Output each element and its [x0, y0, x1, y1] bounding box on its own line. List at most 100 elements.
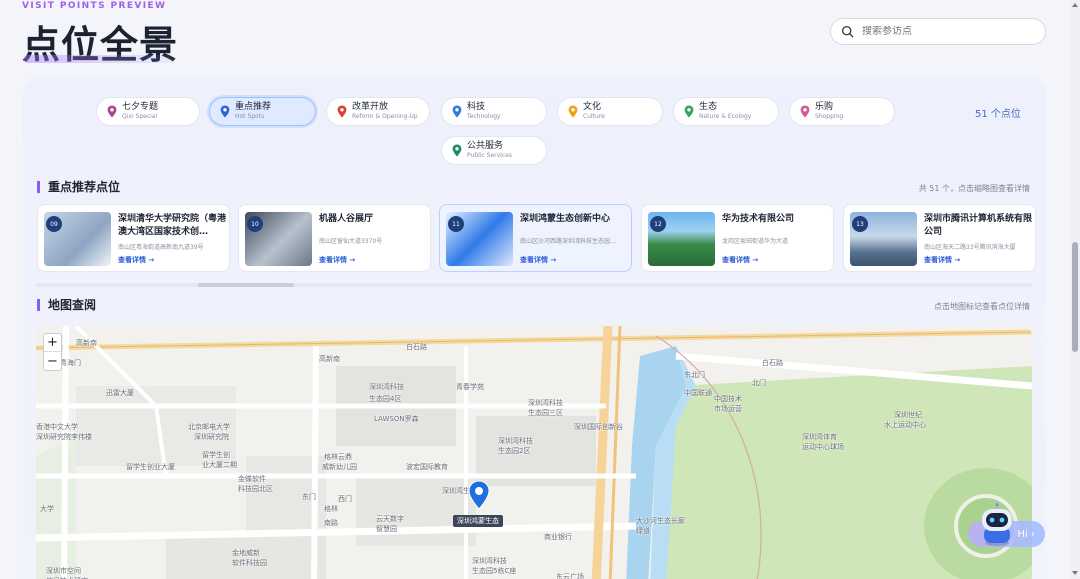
- map-place-label: 深圳湾科技: [498, 437, 533, 445]
- recommended-card[interactable]: 10 机器人谷展厅 南山区留仙大道3370号 查看详情 →: [238, 204, 431, 272]
- category-sublabel: Culture: [583, 113, 605, 121]
- map-place-label: 水上运动中心: [884, 421, 926, 429]
- recommended-card[interactable]: 11 深圳鸿蒙生态创新中心 南山区沙河西路深圳湾科技生态园… 查看详情 →: [439, 204, 632, 272]
- category-sublabel: Public Services: [467, 152, 512, 160]
- point-count: 51 个点位: [975, 109, 1021, 120]
- cards-scroll-track[interactable]: [36, 283, 1032, 287]
- map-place-label: 留学生创业大厦: [126, 463, 175, 471]
- search-icon: [841, 25, 854, 38]
- map-place-label: 留学生创: [202, 451, 230, 459]
- location-pin-icon: [107, 105, 117, 118]
- page-eyebrow: VISIT POINTS PREVIEW: [22, 1, 167, 11]
- map-place-label: 西门: [338, 495, 352, 503]
- map-place-label: 深圳湾科技: [528, 399, 563, 407]
- zoom-out-button[interactable]: −: [44, 352, 61, 370]
- scroll-down-arrow-icon[interactable]: [1072, 571, 1078, 575]
- search-box[interactable]: [830, 18, 1046, 45]
- recommended-card[interactable]: 12 华为技术有限公司 龙岗区坂田街道华为大道 查看详情 →: [641, 204, 834, 272]
- zoom-in-button[interactable]: +: [44, 334, 61, 352]
- map-place-label: LAWSON罗森: [374, 415, 419, 423]
- map-place-label: 迅雷大厦: [106, 389, 134, 397]
- category-chip[interactable]: 公共服务 Public Services: [441, 136, 547, 165]
- card-title: 深圳清华大学研究院（粤港澳大湾区国家技术创…: [118, 214, 226, 237]
- map-pin-label: 深圳鸿蒙生态: [453, 515, 503, 527]
- category-sublabel: Qixi Special: [122, 113, 158, 121]
- card-number-badge: 09: [46, 216, 62, 232]
- map-place-label: 生态园5栋C座: [472, 567, 517, 575]
- card-address: 龙岗区坂田街道华为大道: [722, 238, 789, 245]
- recommended-card[interactable]: 13 深圳市腾讯计算机系统有限公司南山区海天二路33号腾讯滨海大厦 查看详情 →: [843, 204, 1036, 272]
- card-address: 南山区留仙大道3370号: [319, 238, 383, 245]
- map-place-label: 北京邮电大学: [188, 423, 230, 431]
- title-underline: [24, 55, 174, 63]
- scroll-up-arrow-icon[interactable]: [1072, 3, 1078, 7]
- map-place-label: 市场运营: [714, 405, 742, 413]
- map-place-label: 格林云鼎: [324, 453, 352, 461]
- category-sublabel: Shopping: [815, 113, 844, 121]
- category-sublabel: Technology: [467, 113, 501, 121]
- map-place-label: 高新南: [319, 355, 340, 363]
- map-place-label: 南路: [324, 519, 338, 527]
- category-label: 重点推荐: [235, 101, 272, 112]
- card-details-link[interactable]: 查看详情 →: [118, 255, 154, 265]
- recommended-card[interactable]: 09 深圳清华大学研究院（粤港澳大湾区国家技术创… 南山区粤海街道高新南九道39号查…: [37, 204, 230, 272]
- card-number-badge: 11: [448, 216, 464, 232]
- map-place-label: 大学: [40, 505, 54, 513]
- category-label: 科技: [467, 101, 486, 112]
- page-scrollbar[interactable]: [1070, 0, 1080, 579]
- card-title: 深圳市腾讯计算机系统有限公司: [924, 214, 1032, 237]
- map-place-label: 中国联通: [684, 389, 712, 397]
- map-place-label: 北门: [752, 379, 766, 387]
- map-canvas: [36, 326, 1032, 579]
- category-chip[interactable]: 生态 Nature & Ecology: [673, 97, 779, 126]
- card-title: 华为技术有限公司: [722, 214, 795, 224]
- map-place-label: 生态园2区: [498, 447, 531, 455]
- robot-assistant-icon[interactable]: [978, 503, 1016, 547]
- card-details-link[interactable]: 查看详情 →: [319, 255, 355, 265]
- category-chip[interactable]: 七夕专题 Qixi Special: [96, 97, 200, 126]
- map-pin-icon[interactable]: [468, 480, 490, 510]
- category-chip[interactable]: 文化 Culture: [557, 97, 663, 126]
- map-place-label: 深圳世纪: [894, 411, 922, 419]
- map-place-label: 深圳研究院李伟楼: [36, 433, 92, 441]
- map-place-label: 运动中心球场: [802, 443, 844, 451]
- card-details-link[interactable]: 查看详情 →: [722, 255, 758, 265]
- category-chip[interactable]: 科技 Technology: [441, 97, 547, 126]
- card-number-badge: 10: [247, 216, 263, 232]
- category-label: 公共服务: [467, 140, 504, 151]
- map-place-label: 香港中文大学: [36, 423, 78, 431]
- card-title: 深圳鸿蒙生态创新中心: [520, 214, 611, 224]
- category-chip[interactable]: 重点推荐 Hot Spots: [209, 97, 316, 126]
- card-number-badge: 12: [650, 216, 666, 232]
- map-place-label: 深圳湾科技: [472, 557, 507, 565]
- map-hint: 点击地图标记查看点位详情: [934, 302, 1030, 311]
- map-place-label: 智慧园: [376, 525, 397, 533]
- card-details-link[interactable]: 查看详情 →: [924, 255, 960, 265]
- map-place-label: 白石路: [762, 359, 783, 367]
- map-place-label: 软件科技园: [232, 559, 267, 567]
- category-chip[interactable]: 改革开放 Reform & Opening-Up: [326, 97, 430, 126]
- map-view[interactable]: [36, 326, 1032, 579]
- map-place-label: 大沙河生态长廊: [636, 517, 685, 525]
- category-chip[interactable]: 乐购 Shopping: [789, 97, 895, 126]
- page-scroll-thumb[interactable]: [1072, 242, 1078, 352]
- category-sublabel: Nature & Ecology: [699, 113, 752, 121]
- map-place-label: 东门: [302, 493, 316, 501]
- location-pin-icon: [220, 105, 230, 118]
- search-input[interactable]: [862, 26, 1032, 37]
- map-place-label: 云天数字: [376, 515, 404, 523]
- map-place-label: 深圳研究院: [194, 433, 229, 441]
- card-details-link[interactable]: 查看详情 →: [520, 255, 556, 265]
- category-label: 文化: [583, 101, 602, 112]
- category-label: 七夕专题: [122, 101, 159, 112]
- map-place-label: 白石路: [406, 343, 427, 351]
- card-number-badge: 13: [852, 216, 868, 232]
- map-place-label: 金蝶软件: [238, 475, 266, 483]
- cards-scroll-thumb[interactable]: [198, 283, 294, 287]
- map-zoom-control: + −: [43, 333, 62, 371]
- recommended-section-title: 重点推荐点位: [37, 181, 120, 193]
- location-pin-icon: [568, 105, 578, 118]
- card-address: 南山区海天二路33号腾讯滨海大厦: [924, 244, 1016, 251]
- map-place-label: 业大厦二期: [202, 461, 237, 469]
- map-place-label: 绿道: [636, 527, 650, 535]
